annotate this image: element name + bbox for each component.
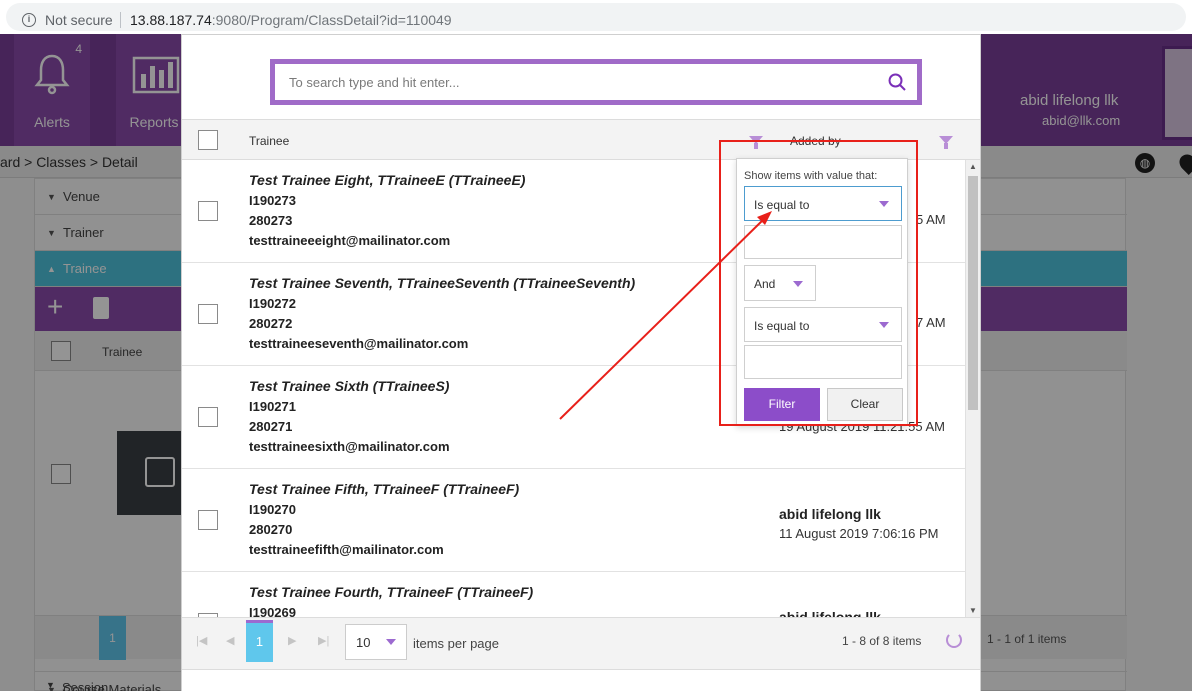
grid-scrollbar[interactable]: ▲ ▼ bbox=[965, 160, 980, 617]
row-checkbox[interactable] bbox=[198, 407, 218, 427]
next-page-icon[interactable]: ▶ bbox=[288, 634, 296, 647]
trainee-name: Test Trainee Eight, TTraineeE (TTraineeE… bbox=[249, 172, 526, 188]
trainee-name: Test Trainee Fourth, TTraineeF (TTrainee… bbox=[249, 584, 534, 600]
url-text[interactable]: 13.88.187.74:9080/Program/ClassDetail?id… bbox=[130, 12, 452, 28]
trainee-id: I190269 bbox=[249, 605, 296, 617]
added-date: 7 AM bbox=[916, 315, 946, 330]
trainee-email: testtraineefifth@mailinator.com bbox=[249, 542, 444, 557]
page-size-select[interactable]: 10 bbox=[345, 624, 407, 660]
trainee-email: testtraineeeight@mailinator.com bbox=[249, 233, 451, 248]
trainee-number: 280270 bbox=[249, 522, 293, 537]
chevron-down-icon bbox=[386, 639, 396, 645]
added-date: 5 AM bbox=[916, 212, 946, 227]
security-label[interactable]: Not secure bbox=[45, 12, 113, 28]
trainee-number: 280271 bbox=[249, 419, 293, 434]
browser-address-bar: i Not secure 13.88.187.74:9080/Program/C… bbox=[0, 0, 1192, 34]
refresh-icon[interactable] bbox=[946, 632, 962, 648]
column-header-trainee[interactable]: Trainee bbox=[249, 134, 289, 148]
scroll-thumb[interactable] bbox=[968, 176, 978, 410]
select-all-checkbox[interactable] bbox=[198, 130, 218, 150]
row-checkbox[interactable] bbox=[198, 510, 218, 530]
added-date: 11 August 2019 7:06:16 PM bbox=[779, 526, 939, 541]
trainee-number: 280272 bbox=[249, 316, 293, 331]
info-icon[interactable]: i bbox=[22, 13, 36, 27]
added-by-name: abid lifelong llk bbox=[779, 506, 881, 522]
items-per-page-label: items per page bbox=[413, 636, 499, 651]
annotation-highlight-box bbox=[719, 140, 918, 426]
trainee-name: Test Trainee Seventh, TTraineeSeventh (T… bbox=[249, 275, 636, 291]
trainee-name: Test Trainee Fifth, TTraineeF (TTraineeF… bbox=[249, 481, 520, 497]
added-by-name: abid lifelong llk bbox=[779, 609, 881, 617]
added-by-filter-icon[interactable] bbox=[939, 136, 953, 149]
search-icon[interactable] bbox=[888, 73, 906, 91]
prev-page-icon[interactable]: ◀ bbox=[226, 634, 234, 647]
url-host: 13.88.187.74 bbox=[130, 12, 212, 28]
url-path: :9080/Program/ClassDetail?id=110049 bbox=[211, 12, 452, 28]
trainee-name: Test Trainee Sixth (TTraineeS) bbox=[249, 378, 450, 394]
row-checkbox[interactable] bbox=[198, 304, 218, 324]
trainee-id: I190273 bbox=[249, 193, 296, 208]
trainee-id: I190271 bbox=[249, 399, 296, 414]
table-row[interactable]: Test Trainee Fourth, TTraineeF (TTrainee… bbox=[182, 572, 965, 617]
grid-pager: |◀ ◀ 1 ▶ ▶| 10 items per page 1 - 8 of 8… bbox=[182, 617, 980, 669]
omnibox[interactable]: i Not secure 13.88.187.74:9080/Program/C… bbox=[6, 3, 1186, 31]
row-checkbox[interactable] bbox=[198, 201, 218, 221]
last-page-icon[interactable]: ▶| bbox=[318, 634, 329, 647]
pager-info: 1 - 8 of 8 items bbox=[842, 634, 922, 648]
scroll-up-icon[interactable]: ▲ bbox=[969, 162, 977, 171]
scroll-down-icon[interactable]: ▼ bbox=[969, 606, 977, 615]
first-page-icon[interactable]: |◀ bbox=[196, 634, 207, 647]
trainee-email: testtraineeseventh@mailinator.com bbox=[249, 336, 469, 351]
search-box bbox=[270, 59, 922, 105]
search-input[interactable] bbox=[275, 64, 917, 100]
trainee-id: I190270 bbox=[249, 502, 296, 517]
trainee-number: 280273 bbox=[249, 213, 293, 228]
page-size-value: 10 bbox=[356, 635, 371, 650]
modal-footer bbox=[182, 669, 980, 691]
trainee-id: I190272 bbox=[249, 296, 296, 311]
table-row[interactable]: Test Trainee Fifth, TTraineeF (TTraineeF… bbox=[182, 469, 965, 572]
trainee-email: testtraineesixth@mailinator.com bbox=[249, 439, 450, 454]
page-current[interactable]: 1 bbox=[246, 620, 273, 662]
divider bbox=[120, 12, 121, 28]
